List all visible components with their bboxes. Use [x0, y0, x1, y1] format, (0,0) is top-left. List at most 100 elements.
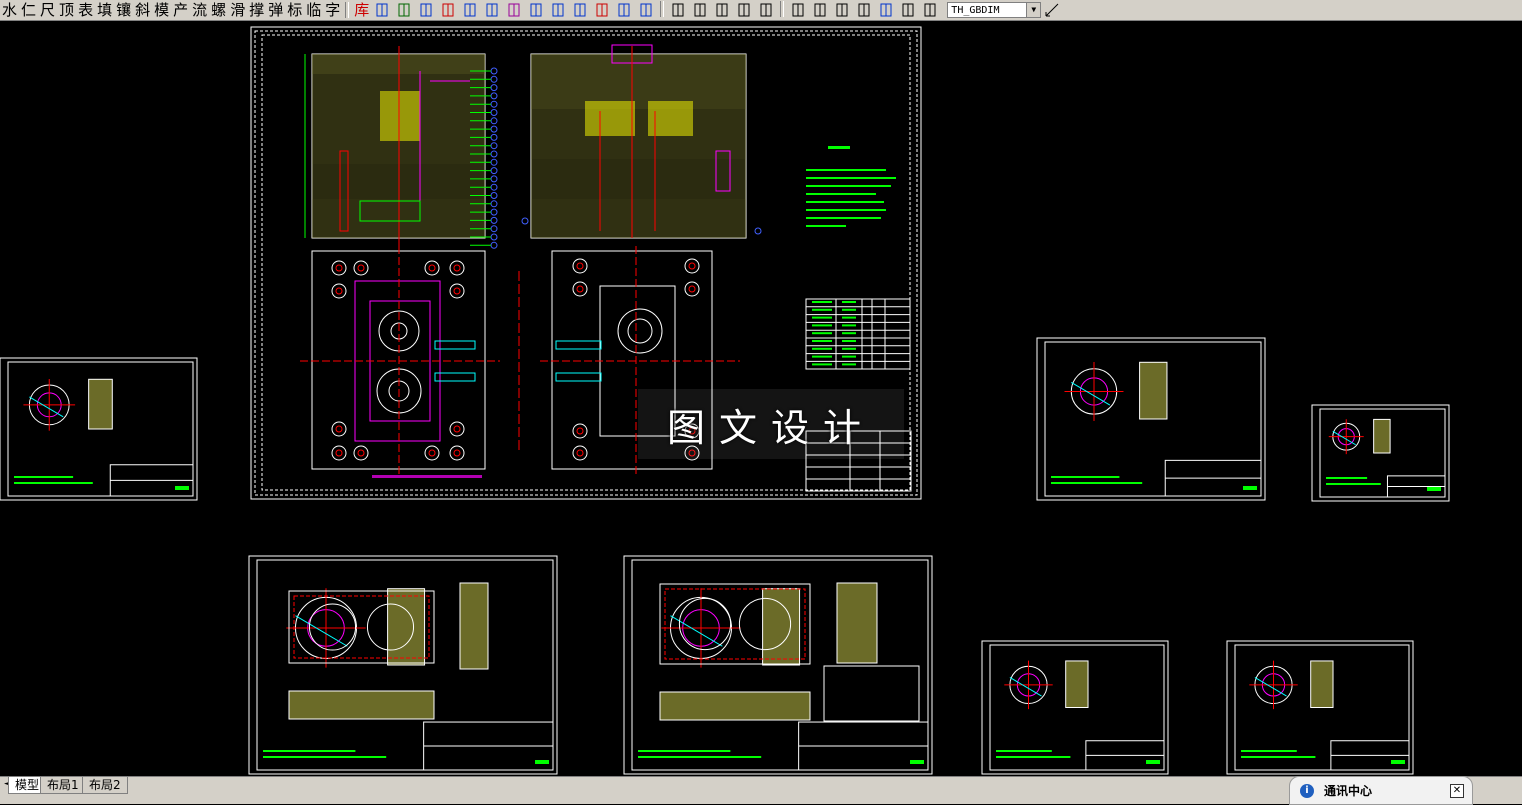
bolt-hole — [684, 258, 700, 274]
cad-tool-icon[interactable] — [481, 1, 503, 19]
mold-command-button[interactable]: 斜 — [133, 1, 152, 19]
bolt-hole-center — [453, 264, 461, 272]
part-balloon — [490, 183, 498, 191]
cad-tool-icon[interactable] — [711, 1, 733, 19]
bom-cell-text — [812, 316, 832, 319]
bolt-hole — [449, 260, 465, 276]
mold-command-button[interactable]: 顶 — [57, 1, 76, 19]
part-balloon — [490, 216, 498, 224]
bolt-hole — [331, 421, 347, 437]
dim-style-select[interactable]: TH_GBDIM ▼ — [947, 2, 1042, 18]
bolt-hole-center — [688, 285, 696, 293]
comm-center-title: 通讯中心 — [1324, 784, 1373, 798]
chevron-down-icon[interactable]: ▼ — [1026, 3, 1041, 17]
mold-command-button[interactable]: 尺 — [38, 1, 57, 19]
mold-command-button[interactable]: 表 — [76, 1, 95, 19]
bom-cell-text — [812, 332, 832, 335]
cad-tool-icon[interactable] — [831, 1, 853, 19]
mold-command-button[interactable]: 标 — [285, 1, 304, 19]
iso-view — [823, 665, 920, 722]
library-button[interactable]: 库 — [352, 1, 371, 19]
bom-cell-text — [812, 308, 832, 311]
bom-cell-text — [812, 301, 832, 303]
part-sheet[interactable] — [1311, 404, 1450, 502]
cad-tool-icon[interactable] — [897, 1, 919, 19]
plan-view-left — [300, 246, 500, 476]
bolt-hole-center — [335, 425, 343, 433]
close-icon[interactable]: ✕ — [1450, 784, 1464, 798]
mold-command-button[interactable]: 螺 — [209, 1, 228, 19]
part-balloon — [490, 100, 498, 108]
mold-command-group: 水仁尺顶表填镶斜模产流螺滑撑弹标临字 — [0, 0, 342, 20]
mold-command-button[interactable]: 弹 — [266, 1, 285, 19]
cad-tool-icon[interactable] — [809, 1, 831, 19]
mold-command-button[interactable]: 字 — [323, 1, 342, 19]
part-sheet[interactable] — [1226, 640, 1414, 775]
cad-tool-icon[interactable] — [613, 1, 635, 19]
mold-command-button[interactable]: 镶 — [114, 1, 133, 19]
cad-tool-icon[interactable] — [415, 1, 437, 19]
mold-command-button[interactable]: 临 — [304, 1, 323, 19]
bom-cell-text — [842, 340, 856, 342]
model-space-canvas[interactable]: 图文设计 — [0, 21, 1522, 775]
cad-tool-icon[interactable] — [591, 1, 613, 19]
part-balloon — [490, 233, 498, 241]
bolt-hole — [424, 260, 440, 276]
cad-tool-icon[interactable] — [503, 1, 525, 19]
cad-tool-icon[interactable] — [569, 1, 591, 19]
bolt-hole-center — [335, 264, 343, 272]
bom-cell-text — [842, 316, 856, 319]
bom-cell-text — [842, 332, 856, 335]
cad-tool-icon[interactable] — [875, 1, 897, 19]
cad-tool-icon[interactable] — [393, 1, 415, 19]
cad-tool-icon[interactable] — [667, 1, 689, 19]
cad-tool-icon[interactable] — [437, 1, 459, 19]
mold-command-button[interactable]: 模 — [152, 1, 171, 19]
bolt-hole-center — [688, 262, 696, 270]
cad-tool-icon[interactable] — [755, 1, 777, 19]
bolt-hole-center — [357, 449, 365, 457]
part-balloon — [521, 217, 529, 225]
dim-edit-icon[interactable] — [1041, 1, 1063, 19]
cad-tool-icon[interactable] — [547, 1, 569, 19]
part-sheet[interactable] — [1036, 337, 1266, 501]
toolbar-separator — [780, 1, 785, 17]
part-sheet[interactable] — [623, 555, 933, 775]
tab-layout2[interactable]: 布局2 — [82, 777, 128, 794]
part-balloon — [490, 117, 498, 125]
mold-command-button[interactable]: 填 — [95, 1, 114, 19]
cad-tool-icon[interactable] — [919, 1, 941, 19]
cad-tool-icon[interactable] — [525, 1, 547, 19]
side-section — [836, 582, 878, 664]
cad-tool-icon[interactable] — [371, 1, 393, 19]
bolt-hole — [449, 421, 465, 437]
cad-tool-icon[interactable] — [733, 1, 755, 19]
cad-tool-icon[interactable] — [787, 1, 809, 19]
tech-notes — [806, 146, 896, 227]
toolbar-separator — [660, 1, 665, 17]
mold-command-button[interactable]: 滑 — [228, 1, 247, 19]
mold-command-button[interactable]: 仁 — [19, 1, 38, 19]
cad-tool-icon[interactable] — [459, 1, 481, 19]
tab-layout1[interactable]: 布局1 — [40, 777, 86, 794]
part-sheet[interactable] — [981, 640, 1169, 775]
bom-cell-text — [842, 308, 856, 311]
bolt-hole-center — [335, 449, 343, 457]
part-balloon — [490, 200, 498, 208]
part-balloon — [490, 241, 498, 249]
mold-command-button[interactable]: 撑 — [247, 1, 266, 19]
bolt-hole-center — [335, 287, 343, 295]
mold-command-button[interactable]: 流 — [190, 1, 209, 19]
bolt-hole — [684, 281, 700, 297]
mold-command-button[interactable]: 产 — [171, 1, 190, 19]
comm-center-panel[interactable]: i 通讯中心 ✕ — [1289, 776, 1473, 805]
cad-tool-icon[interactable] — [853, 1, 875, 19]
part-sheet[interactable] — [248, 555, 558, 775]
cad-tool-icon[interactable] — [635, 1, 657, 19]
mold-command-button[interactable]: 水 — [0, 1, 19, 19]
part-balloon — [490, 150, 498, 158]
part-balloon — [754, 227, 762, 235]
cad-tool-icon[interactable] — [689, 1, 711, 19]
bom-cell-text — [842, 301, 856, 303]
part-sheet[interactable] — [0, 357, 198, 501]
